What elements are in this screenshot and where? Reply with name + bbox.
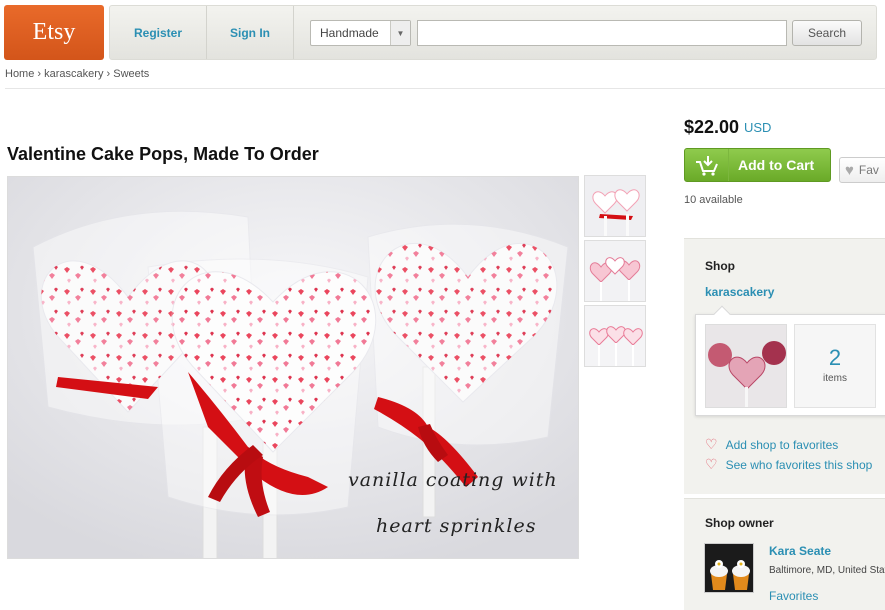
category-select-value: Handmade [320,26,379,40]
see-favorites-link[interactable]: ♡ See who favorites this shop [705,456,872,473]
shop-panel: Shop karascakery 2 items ♡ Add shop to f… [684,238,885,494]
sign-in-link[interactable]: Sign In [207,6,294,59]
image-caption: vanilla coating with [348,469,558,491]
breadcrumb-separator: › [106,68,111,80]
breadcrumb-home[interactable]: Home [5,68,34,80]
add-to-cart-label: Add to Cart [738,157,815,173]
thumbnail-1[interactable] [584,175,646,237]
shop-owner-name-link[interactable]: Kara Seate [769,544,831,558]
search-button[interactable]: Search [792,20,862,46]
add-shop-to-favorites-link[interactable]: ♡ Add shop to favorites [705,436,838,453]
image-caption: heart sprinkles [376,515,537,537]
shop-preview-card[interactable]: 2 items [695,305,885,416]
add-to-cart-button[interactable]: Add to Cart [684,148,831,182]
register-link[interactable]: Register [110,6,207,59]
thumbnail-image [585,176,645,236]
breadcrumb-section[interactable]: Sweets [113,68,149,80]
cart-icon [685,149,729,181]
favorite-button[interactable]: ♥ Fav [839,157,885,183]
thumbnail-image [585,306,645,366]
shop-preview-image[interactable] [705,324,787,408]
owner-favorites-link[interactable]: Favorites [769,589,818,603]
breadcrumb: Home › karascakery › Sweets [5,68,149,80]
shop-thumbnail [706,325,786,407]
avatar-image [705,544,753,592]
listing-title: Valentine Cake Pops, Made To Order [7,144,319,164]
shop-item-count[interactable]: 2 items [794,324,876,408]
breadcrumb-shop[interactable]: karascakery [44,68,103,80]
chevron-down-icon: ▼ [390,21,410,45]
search-input[interactable] [417,20,787,46]
thumbnail-3[interactable] [584,305,646,367]
etsy-logo[interactable]: Etsy [4,5,104,60]
shop-owner-location: Baltimore, MD, United States [769,565,885,576]
divider [5,88,885,89]
cake-pops-photo [8,177,578,558]
availability-text: 10 available [684,194,743,206]
card-pointer [713,305,731,323]
shop-owner-heading: Shop owner [705,516,774,530]
shop-heading: Shop [705,259,735,273]
heart-icon: ♥ [845,161,854,179]
heart-outline-icon: ♡ [705,436,718,452]
currency-code[interactable]: USD [744,120,771,135]
item-count-number: 2 [828,345,842,370]
category-select[interactable]: Handmade ▼ [310,20,411,46]
favorite-label: Fav [858,163,879,177]
item-count-label: items [823,373,847,384]
avatar[interactable] [704,543,754,593]
shop-owner-panel: Shop owner Kara Seate Baltimore, MD, Uni… [684,498,885,610]
breadcrumb-separator: › [37,68,42,80]
thumbnail-image [585,241,645,301]
see-favorites-label: See who favorites this shop [725,457,873,472]
shop-name-link[interactable]: karascakery [705,285,774,299]
thumbnail-2[interactable] [584,240,646,302]
header-bar: Register Sign In Handmade ▼ Search [109,5,877,60]
listing-main-image[interactable]: vanilla coating with heart sprinkles [7,176,579,559]
add-shop-to-favorites-label: Add shop to favorites [725,437,839,452]
price: $22.00 [684,117,740,137]
heart-arrow-icon: ♡ [705,456,718,472]
